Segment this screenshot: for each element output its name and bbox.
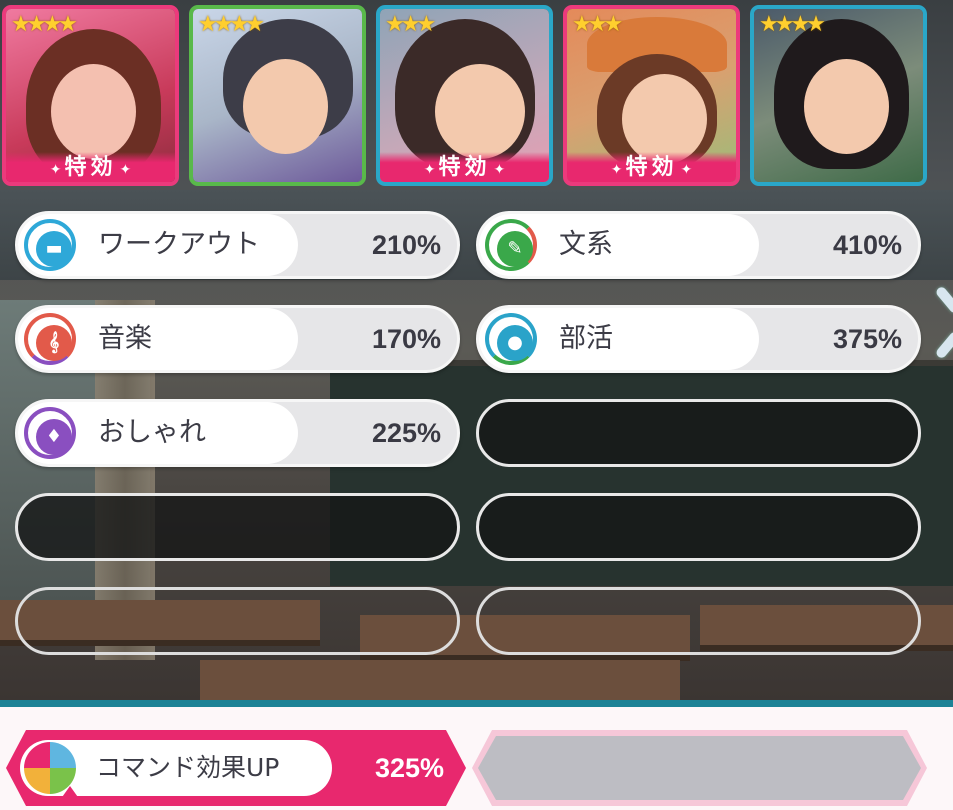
- stat-name: 部活: [559, 323, 613, 354]
- character-card-4[interactable]: ★★★ ✦ 特効 ✦: [563, 5, 740, 186]
- stat-workout: ▬ ワークアウト 210%: [15, 211, 460, 279]
- treble-clef-icon: 𝄞: [24, 313, 76, 365]
- command-name: コマンド効果UP: [96, 753, 280, 782]
- character-card-3[interactable]: ★★★ ✦ 特効 ✦: [376, 5, 553, 186]
- stat-fashion: ♦ おしゃれ 225%: [15, 399, 460, 467]
- empty-stat-slot: [15, 493, 460, 561]
- empty-stat-slot: [15, 587, 460, 655]
- stat-name: 文系: [559, 229, 613, 260]
- card-row: ★★★★ ✦ 特効 ✦ ★★★★ ★★★ ✦ 特効 ✦ ★★★ ✦ 特効 ✦ ★★★★: [0, 0, 953, 190]
- pen-icon: ✎: [485, 219, 537, 271]
- empty-stat-slot: [476, 399, 921, 467]
- rarity-stars: ★★★★: [198, 12, 265, 37]
- next-page-arrow[interactable]: [928, 270, 953, 380]
- rarity-stars: ★★★: [572, 12, 623, 37]
- stat-literature: ✎ 文系 410%: [476, 211, 921, 279]
- dumbbell-icon: ▬: [24, 219, 76, 271]
- bonus-ribbon: ✦ 特効 ✦: [567, 152, 736, 182]
- rarity-stars: ★★★★: [759, 12, 826, 37]
- bonus-ribbon: ✦ 特効 ✦: [6, 152, 175, 182]
- stat-percent: 225%: [371, 418, 441, 448]
- stat-percent: 170%: [371, 324, 441, 354]
- stat-name: おしゃれ: [98, 417, 206, 448]
- rarity-stars: ★★★★: [11, 12, 78, 37]
- empty-stat-slot: [476, 587, 921, 655]
- command-up-icon: [24, 742, 80, 800]
- character-card-5[interactable]: ★★★★: [750, 5, 927, 186]
- bonus-ribbon: ✦ 特効 ✦: [380, 152, 549, 182]
- stat-club: ● 部活 375%: [476, 305, 921, 373]
- empty-effect-slot: [472, 730, 927, 806]
- character-card-2[interactable]: ★★★★: [189, 5, 366, 186]
- stat-music: 𝄞 音楽 170%: [15, 305, 460, 373]
- shirt-icon: ♦: [24, 407, 76, 459]
- character-card-1[interactable]: ★★★★ ✦ 特効 ✦: [2, 5, 179, 186]
- command-percent: 325%: [374, 753, 444, 783]
- stat-name: 音楽: [98, 323, 152, 354]
- empty-stat-slot: [476, 493, 921, 561]
- stat-percent: 210%: [371, 230, 441, 260]
- stat-name: ワークアウト: [98, 229, 260, 260]
- ball-icon: ●: [485, 313, 537, 365]
- stat-percent: 375%: [832, 324, 902, 354]
- command-effect-badge: コマンド効果UP 325%: [6, 730, 466, 806]
- stat-percent: 410%: [832, 230, 902, 260]
- rarity-stars: ★★★: [385, 12, 436, 37]
